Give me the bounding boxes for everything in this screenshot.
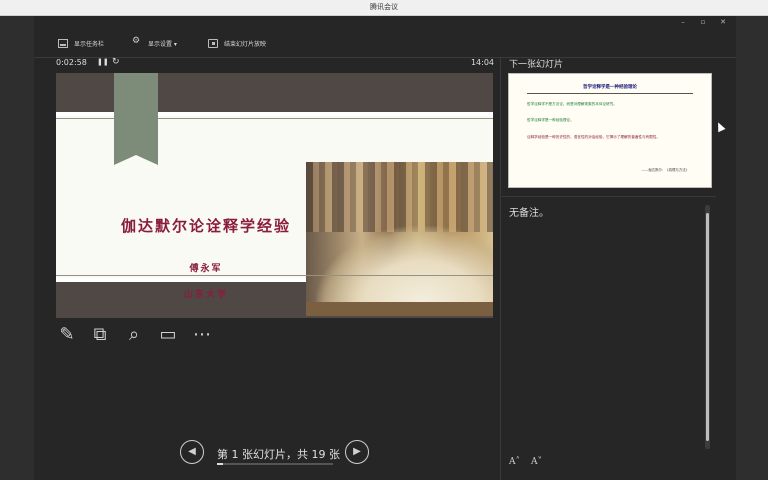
show-taskbar-label: 显示任务栏 xyxy=(74,40,105,48)
panel-divider[interactable] xyxy=(500,58,501,480)
next-slide-title: 哲学诠释学是一种经验理论 xyxy=(583,85,637,90)
next-slide-button[interactable]: ▶ xyxy=(345,440,369,464)
see-all-slides-icon[interactable]: ⧉ xyxy=(89,324,111,346)
slide-progress-bar xyxy=(217,463,333,465)
more-options-icon[interactable]: ⋯ xyxy=(191,324,213,346)
taskbar-icon xyxy=(58,38,68,48)
elapsed-timer: 0:02:58 xyxy=(56,58,87,67)
restore-button[interactable]: ▫ xyxy=(694,16,712,28)
slide-counter: 第 1 张幻灯片，共 19 张 xyxy=(217,448,340,461)
mouse-cursor-icon xyxy=(714,120,726,133)
end-show-icon xyxy=(208,38,218,48)
notes-scrollbar[interactable] xyxy=(705,205,710,449)
gear-icon xyxy=(132,36,142,48)
increase-font-button[interactable]: A˄ xyxy=(509,457,520,467)
notes-divider xyxy=(502,196,716,197)
end-slideshow-button[interactable]: 结束幻灯片放映 xyxy=(208,36,266,50)
next-slide-line: 诠释学经验是一种历史性的、语言性的对话经验，它揭示了理解的普遍性与有限性。 xyxy=(527,135,660,139)
pen-tool-icon[interactable]: ✎ xyxy=(56,324,78,346)
current-time: 14:04 xyxy=(470,58,494,67)
presenter-toolbar: 显示任务栏 显示设置 ▾ 结束幻灯片放映 xyxy=(34,28,736,58)
bookmark-ribbon xyxy=(114,73,158,165)
pause-timer-icon[interactable]: ❚❚ xyxy=(97,58,109,66)
current-slide[interactable]: 伽达默尔论诠释学经验 傅永军 山东大学 xyxy=(56,73,493,318)
speaker-notes[interactable]: 无备注。 xyxy=(509,204,549,219)
next-slide-line: 哲学诠释学不是方法论，而是对理解现象的本体论研究。 xyxy=(527,102,617,106)
slide-title: 伽达默尔论诠释学经验 xyxy=(120,217,291,235)
previous-slide-button[interactable]: ◀ xyxy=(180,440,204,464)
right-background xyxy=(736,16,768,480)
presenter-view-window: – ▫ ✕ 显示任务栏 显示设置 ▾ 结束幻灯片放映 0:02:58 ❚❚ ↻ … xyxy=(34,16,736,480)
slide-progress-fill xyxy=(217,463,224,465)
left-background xyxy=(0,16,34,480)
next-slide-header: 下一张幻灯片 xyxy=(509,60,564,70)
reset-timer-icon[interactable]: ↻ xyxy=(112,57,120,67)
app-title: 腾讯会议 xyxy=(370,3,398,11)
display-settings-label: 显示设置 ▾ xyxy=(148,40,177,48)
black-screen-icon[interactable]: ▭ xyxy=(157,324,179,346)
end-slideshow-label: 结束幻灯片放映 xyxy=(224,40,267,48)
zoom-icon[interactable]: ⌕ xyxy=(123,324,145,346)
next-slide-preview[interactable]: 哲学诠释学是一种经验理论 哲学诠释学不是方法论，而是对理解现象的本体论研究。 哲… xyxy=(508,73,712,188)
next-slide-line: 哲学诠释学是一种经验理论。 xyxy=(527,118,574,122)
timer-row: 0:02:58 ❚❚ ↻ 14:04 xyxy=(56,57,494,72)
open-book-image xyxy=(306,162,493,316)
notes-scrollbar-thumb[interactable] xyxy=(706,213,709,441)
screen: 腾讯会议 – ▫ ✕ 显示任务栏 显示设置 ▾ 结束幻灯片放映 0:02:58 … xyxy=(0,0,768,480)
slide-university: 山东大学 xyxy=(183,290,228,300)
slide-navigation: ◀ 第 1 张幻灯片，共 19 张 ▶ xyxy=(180,440,370,466)
app-title-bar: 腾讯会议 xyxy=(0,0,768,16)
close-button[interactable]: ✕ xyxy=(714,16,732,28)
show-taskbar-button[interactable]: 显示任务栏 xyxy=(58,36,104,50)
next-slide-citation: ——伽达默尔：《真理与方法》 xyxy=(641,168,689,172)
minimize-button[interactable]: – xyxy=(674,16,692,28)
display-settings-button[interactable]: 显示设置 ▾ xyxy=(132,36,177,50)
decrease-font-button[interactable]: A˅ xyxy=(531,457,542,467)
slide-author: 傅永军 xyxy=(189,264,223,274)
